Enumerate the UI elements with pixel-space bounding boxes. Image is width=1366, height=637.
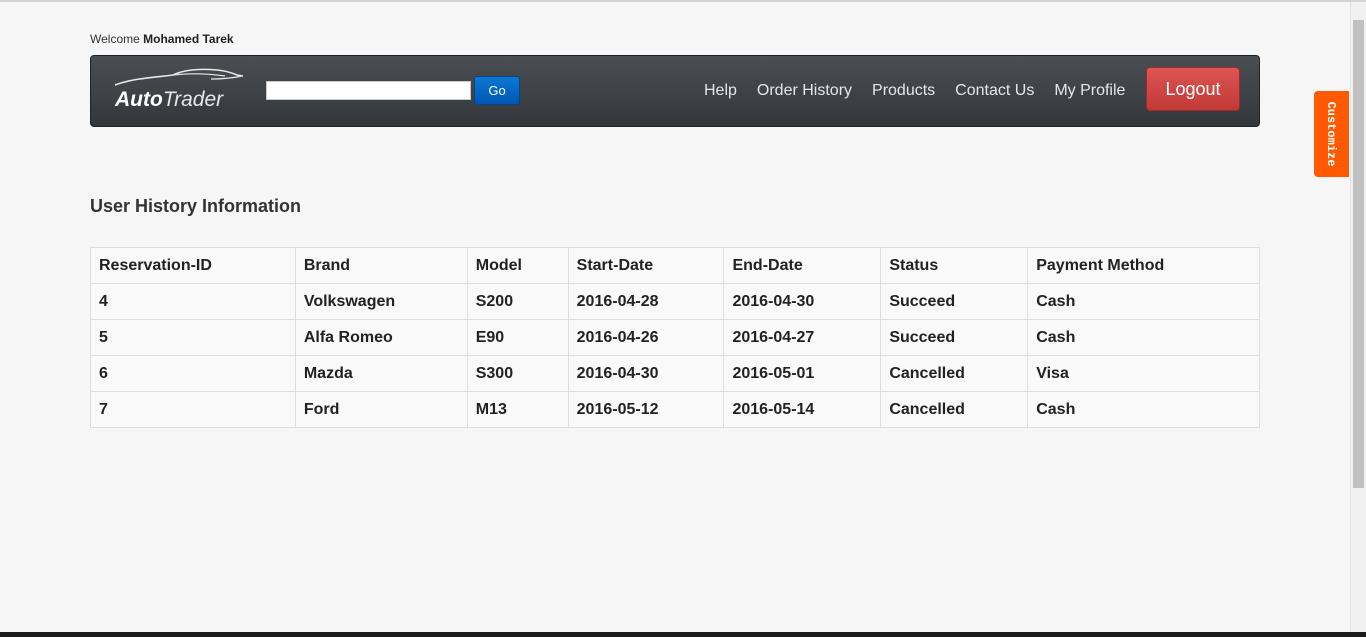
welcome-prefix: Welcome [90, 32, 140, 46]
scrollbar-thumb[interactable] [1353, 20, 1364, 488]
cell-brand: Mazda [294, 355, 468, 392]
column-header-payment-method: Payment Method [1027, 247, 1260, 284]
cell-start-date: 2016-04-30 [567, 355, 725, 392]
nav-link-contact-us[interactable]: Contact Us [945, 79, 1044, 103]
cell-status: Succeed [880, 283, 1029, 320]
cell-end-date: 2016-04-27 [723, 319, 882, 356]
cell-model: E90 [466, 319, 569, 356]
cell-reservation-id: 7 [90, 391, 296, 428]
cell-status: Cancelled [880, 391, 1029, 428]
taskbar-edge [0, 632, 1366, 637]
cell-payment-method: Cash [1027, 319, 1260, 356]
cell-brand: Volkswagen [294, 283, 468, 320]
table-row: 7 Ford M13 2016-05-12 2016-05-14 Cancell… [90, 391, 1260, 428]
table-header-row: Reservation-ID Brand Model Start-Date En… [90, 247, 1260, 284]
column-header-reservation-id: Reservation-ID [90, 247, 296, 284]
cell-model: M13 [466, 391, 569, 428]
table-row: 4 Volkswagen S200 2016-04-28 2016-04-30 … [90, 283, 1260, 320]
cell-payment-method: Cash [1027, 391, 1260, 428]
nav-link-order-history[interactable]: Order History [747, 79, 862, 103]
user-history-table: Reservation-ID Brand Model Start-Date En… [90, 247, 1260, 428]
customize-tab[interactable]: Customize [1314, 91, 1349, 177]
column-header-brand: Brand [294, 247, 468, 284]
cell-model: S300 [466, 355, 569, 392]
cell-start-date: 2016-04-28 [567, 283, 725, 320]
page-title: User History Information [90, 196, 302, 216]
cell-end-date: 2016-05-01 [723, 355, 882, 392]
cell-end-date: 2016-04-30 [723, 283, 882, 320]
main-navbar: AutoTrader Go Help Order History Product… [90, 55, 1260, 127]
nav-link-help[interactable]: Help [694, 79, 747, 103]
cell-reservation-id: 6 [90, 355, 296, 392]
search-input[interactable] [266, 81, 471, 100]
cell-reservation-id: 5 [90, 319, 296, 356]
column-header-end-date: End-Date [723, 247, 882, 284]
cell-start-date: 2016-04-26 [567, 319, 725, 356]
cell-start-date: 2016-05-12 [567, 391, 725, 428]
nav-link-my-profile[interactable]: My Profile [1044, 79, 1135, 103]
logo-wordmark: AutoTrader [115, 88, 223, 112]
logo-auto-text: Auto [115, 88, 163, 111]
column-header-start-date: Start-Date [567, 247, 725, 284]
column-header-status: Status [880, 247, 1029, 284]
nav-link-products[interactable]: Products [862, 79, 945, 103]
cell-status: Cancelled [880, 355, 1029, 392]
autotrader-logo[interactable]: AutoTrader [111, 66, 251, 116]
welcome-message: Welcome Mohamed Tarek [90, 32, 234, 46]
nav-links: Help Order History Products Contact Us M… [694, 79, 1135, 103]
go-button[interactable]: Go [474, 76, 520, 105]
column-header-model: Model [466, 247, 569, 284]
cell-brand: Ford [294, 391, 468, 428]
table-row: 6 Mazda S300 2016-04-30 2016-05-01 Cance… [90, 355, 1260, 392]
cell-brand: Alfa Romeo [294, 319, 468, 356]
page-scrollbar[interactable] [1350, 2, 1366, 632]
cell-payment-method: Cash [1027, 283, 1260, 320]
user-name: Mohamed Tarek [143, 32, 234, 46]
logo-trader-text: Trader [162, 88, 224, 111]
cell-status: Succeed [880, 319, 1029, 356]
browser-top-border [0, 0, 1366, 2]
cell-reservation-id: 4 [90, 283, 296, 320]
customize-tab-label: Customize [1324, 101, 1338, 167]
cell-payment-method: Visa [1027, 355, 1260, 392]
cell-end-date: 2016-05-14 [723, 391, 882, 428]
table-row: 5 Alfa Romeo E90 2016-04-26 2016-04-27 S… [90, 319, 1260, 356]
logout-button[interactable]: Logout [1146, 67, 1240, 111]
cell-model: S200 [466, 283, 569, 320]
